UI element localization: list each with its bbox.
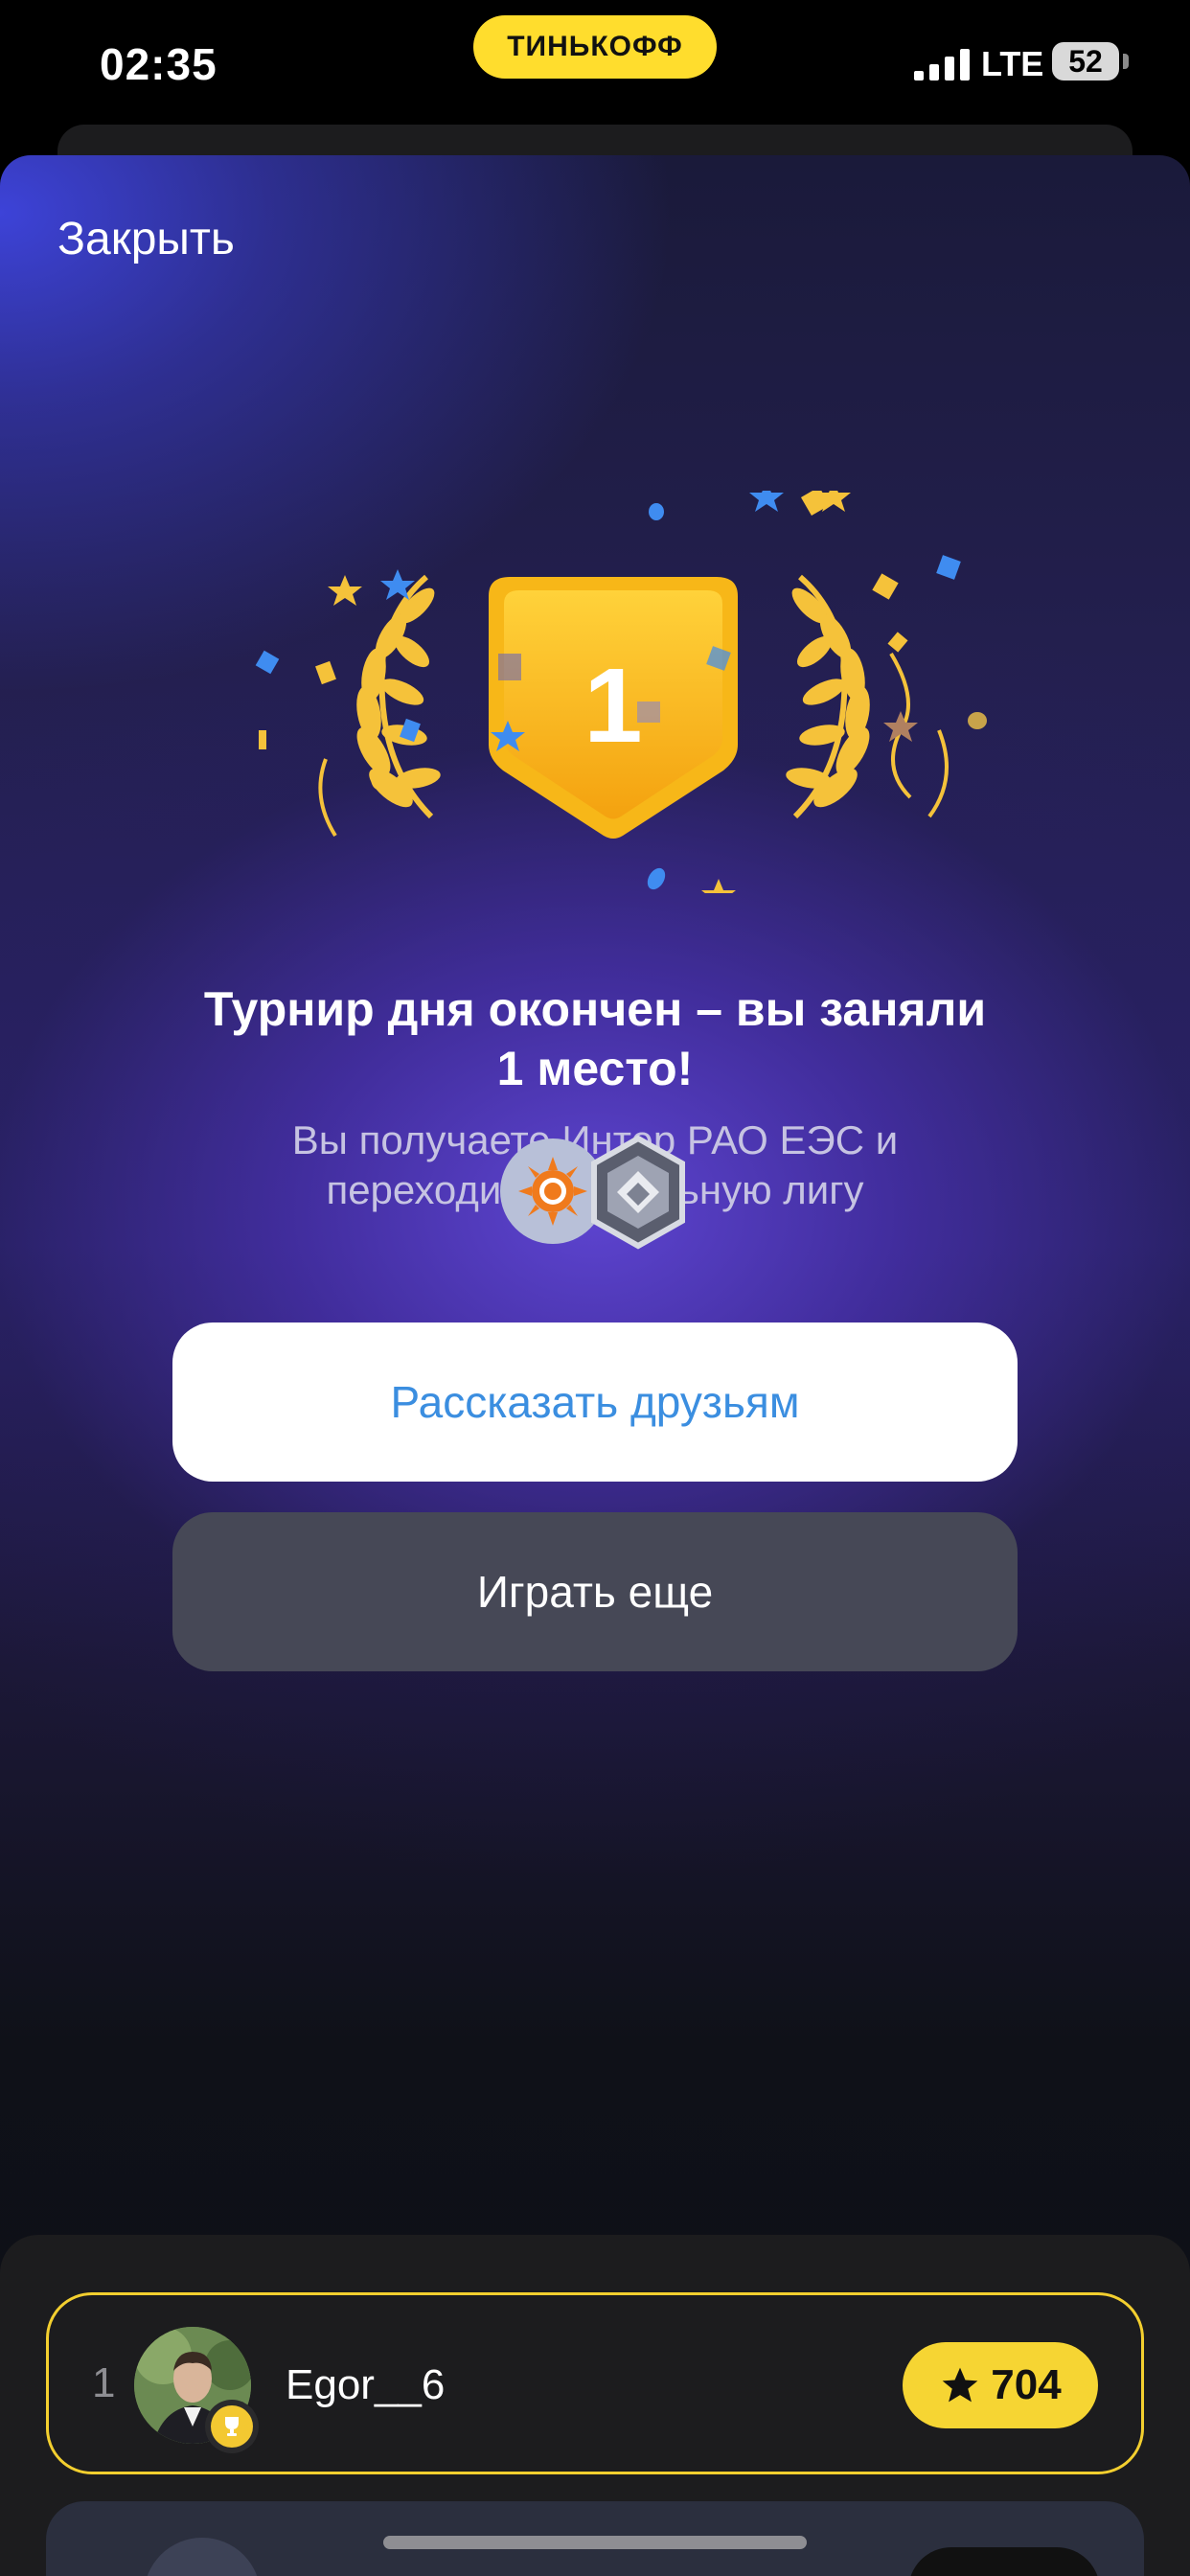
leaderboard-username: Egor__6 — [286, 2361, 446, 2408]
cup-glyph — [225, 2417, 239, 2436]
signal-bars-icon — [914, 49, 970, 80]
avatar — [144, 2538, 261, 2576]
headline-line-1: Турнир дня окончен – вы заняли — [203, 982, 987, 1036]
home-indicator[interactable] — [383, 2536, 807, 2549]
headline-line-2: 1 место! — [496, 1042, 694, 1095]
sun-logo-icon — [518, 1157, 587, 1226]
place-number: 1 — [584, 647, 642, 765]
score-badge — [908, 2547, 1100, 2576]
close-button[interactable]: Закрыть — [57, 213, 235, 265]
score-badge: 704 — [903, 2342, 1098, 2428]
star-icon — [942, 2367, 978, 2403]
result-headline: Турнир дня окончен – вы заняли 1 место! — [115, 979, 1075, 1098]
battery-icon: 52 — [1052, 42, 1119, 80]
status-bar: 02:35 ТИНЬКОФФ LTE 52 — [0, 0, 1190, 134]
network-type: LTE — [981, 44, 1044, 83]
brand-pill[interactable]: ТИНЬКОФФ — [473, 15, 717, 79]
trophy-cup-icon — [205, 2400, 259, 2453]
share-with-friends-button[interactable]: Рассказать друзьям — [172, 1322, 1018, 1482]
battery-tip — [1123, 54, 1129, 69]
score-value: 704 — [991, 2361, 1062, 2408]
first-place-trophy-icon: 1 — [255, 491, 987, 893]
leaderboard-rank: 1 — [92, 2359, 116, 2406]
status-time: 02:35 — [100, 39, 217, 89]
play-again-button[interactable]: Играть еще — [172, 1512, 1018, 1671]
steel-league-icon — [591, 1135, 685, 1250]
trophy-cup-badge — [211, 2405, 253, 2448]
